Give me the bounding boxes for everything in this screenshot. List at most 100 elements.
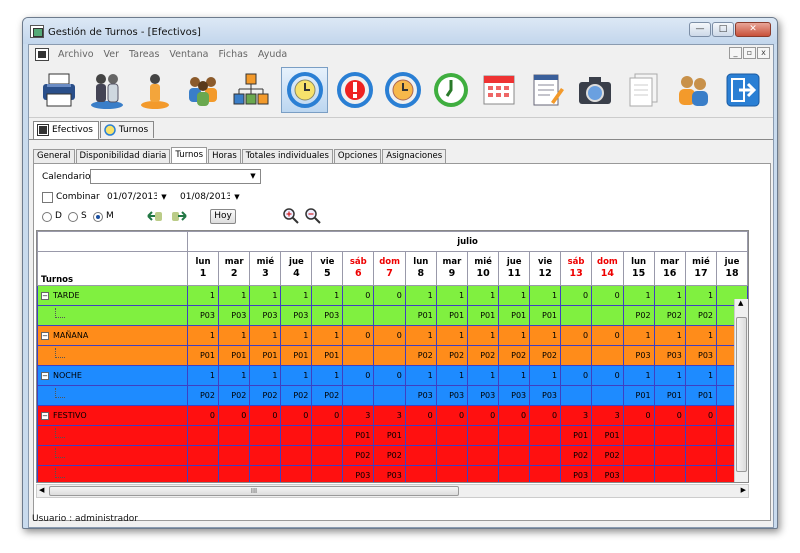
assignment-cell[interactable] (435, 425, 469, 446)
assignment-cell[interactable] (591, 385, 624, 406)
assignment-cell[interactable] (529, 425, 562, 446)
assignment-cell[interactable]: P03 (622, 345, 655, 366)
assignment-cell[interactable]: P01 (560, 425, 593, 446)
count-cell[interactable]: 0 (342, 285, 375, 306)
count-cell[interactable]: 0 (653, 405, 686, 426)
zoom-out-button[interactable] (304, 207, 321, 224)
scroll-right-icon[interactable]: ▶ (741, 486, 746, 494)
assignment-row[interactable]: P01 P01 P01 P01 P01 P02 P02 P02 P02 P02 P03 P03 P03 (37, 345, 748, 366)
collapse-icon[interactable]: − (41, 411, 49, 420)
menu-ayuda[interactable]: Ayuda (253, 49, 292, 60)
count-cell[interactable]: 3 (560, 405, 593, 426)
assignment-cell[interactable]: P02 (187, 385, 219, 406)
count-cell[interactable]: 1 (311, 365, 344, 386)
assignment-cell[interactable] (684, 445, 718, 466)
assignment-cell[interactable]: P01 (342, 425, 375, 446)
people-button[interactable] (83, 67, 130, 113)
count-cell[interactable]: 1 (187, 285, 219, 306)
count-cell[interactable]: 1 (217, 365, 251, 386)
count-cell[interactable]: 0 (591, 325, 624, 346)
count-cell[interactable]: 1 (684, 365, 718, 386)
shift-name-cell[interactable]: − MAÑANA (37, 325, 189, 346)
count-cell[interactable]: 1 (529, 365, 562, 386)
horizontal-scrollbar[interactable]: ◀ III ▶ (36, 484, 749, 498)
count-cell[interactable]: 1 (653, 325, 686, 346)
count-cell[interactable]: 0 (187, 405, 219, 426)
tab-totales-individuales[interactable]: Totales individuales (241, 149, 333, 163)
count-cell[interactable]: 1 (187, 365, 219, 386)
assignment-cell[interactable] (311, 445, 344, 466)
count-cell[interactable]: 1 (249, 365, 282, 386)
assignment-row[interactable]: P02 P02 P02 P02 P02 P03 P03 P03 P03 P03 P01 P01 P01 (37, 385, 748, 406)
printer-button[interactable] (35, 67, 82, 113)
assignment-cell[interactable]: P03 (342, 465, 375, 482)
shift-name-cell[interactable]: − TARDE (37, 285, 189, 306)
count-cell[interactable]: 1 (249, 285, 282, 306)
count-cell[interactable]: 1 (187, 325, 219, 346)
assignment-cell[interactable] (249, 425, 282, 446)
radio-d[interactable] (42, 212, 52, 222)
assignment-cell[interactable] (622, 445, 655, 466)
assignment-cell[interactable] (529, 445, 562, 466)
tab-horas[interactable]: Horas (208, 149, 241, 163)
assignment-cell[interactable] (373, 345, 406, 366)
assignment-cell[interactable]: P01 (187, 345, 219, 366)
assignment-cell[interactable] (217, 425, 251, 446)
count-cell[interactable]: 0 (342, 365, 375, 386)
collapse-icon[interactable]: − (41, 371, 49, 380)
assignment-cell[interactable]: P03 (373, 465, 406, 482)
assignment-cell[interactable] (280, 465, 313, 482)
count-cell[interactable]: 1 (311, 325, 344, 346)
count-cell[interactable]: 1 (498, 285, 531, 306)
assignment-cell[interactable]: P01 (249, 345, 282, 366)
horizontal-scroll-thumb[interactable]: III (49, 486, 459, 496)
assignment-cell[interactable]: P01 (404, 305, 437, 326)
shift-group-row[interactable]: − FESTIVO 0 0 0 0 0 3 3 0 0 0 0 0 3 3 0 0 0 (37, 405, 748, 426)
count-cell[interactable]: 1 (684, 285, 718, 306)
assignment-cell[interactable] (622, 425, 655, 446)
mdi-restore-button[interactable]: ▫ (743, 47, 756, 59)
count-cell[interactable]: 1 (622, 285, 655, 306)
count-cell[interactable]: 0 (280, 405, 313, 426)
count-cell[interactable]: 1 (435, 285, 469, 306)
shift-group-row[interactable]: − TARDE 1 1 1 1 1 0 0 1 1 1 1 1 0 0 1 1 1 (37, 285, 748, 306)
menu-archivo[interactable]: Archivo (53, 49, 99, 60)
count-cell[interactable]: 0 (373, 285, 406, 306)
tab-disponibilidad-diaria[interactable]: Disponibilidad diaria (75, 149, 171, 163)
assignment-cell[interactable] (498, 465, 531, 482)
assignment-cell[interactable] (249, 465, 282, 482)
assignment-cell[interactable]: P02 (498, 345, 531, 366)
assignment-row[interactable]: P03 P03 P03 P03 P03 P01 P01 P01 P01 P01 P02 P02 P02 (37, 305, 748, 326)
count-cell[interactable]: 1 (684, 325, 718, 346)
doc-tab-turnos[interactable]: Turnos (99, 121, 155, 138)
camera-button[interactable] (571, 67, 618, 113)
count-cell[interactable]: 1 (467, 365, 500, 386)
count-cell[interactable]: 1 (404, 325, 437, 346)
green-clock-button[interactable] (427, 67, 474, 113)
count-cell[interactable]: 1 (622, 325, 655, 346)
assignment-cell[interactable]: P03 (653, 345, 686, 366)
assignment-cell[interactable] (653, 445, 686, 466)
assignment-cell[interactable]: P01 (653, 385, 686, 406)
radio-m[interactable] (93, 212, 103, 222)
tab-general[interactable]: General (33, 149, 75, 163)
count-cell[interactable]: 1 (280, 325, 313, 346)
assignment-cell[interactable] (404, 465, 437, 482)
assignment-cell[interactable] (217, 445, 251, 466)
assignment-cell[interactable] (467, 425, 500, 446)
count-cell[interactable]: 1 (529, 325, 562, 346)
assignment-cell[interactable]: P01 (373, 425, 406, 446)
assignment-cell[interactable] (373, 385, 406, 406)
assignment-cell[interactable]: P02 (280, 385, 313, 406)
assignment-cell[interactable]: P02 (217, 385, 251, 406)
assignment-cell[interactable] (311, 425, 344, 446)
combinar-checkbox[interactable] (42, 192, 53, 203)
assignment-cell[interactable]: P01 (280, 345, 313, 366)
count-cell[interactable]: 1 (467, 285, 500, 306)
assignment-cell[interactable]: P02 (342, 445, 375, 466)
count-cell[interactable]: 0 (217, 405, 251, 426)
assignment-cell[interactable] (622, 465, 655, 482)
assignment-cell[interactable]: P03 (187, 305, 219, 326)
clock-refresh-button[interactable] (281, 67, 328, 113)
mdi-minimize-button[interactable]: _ (729, 47, 742, 59)
